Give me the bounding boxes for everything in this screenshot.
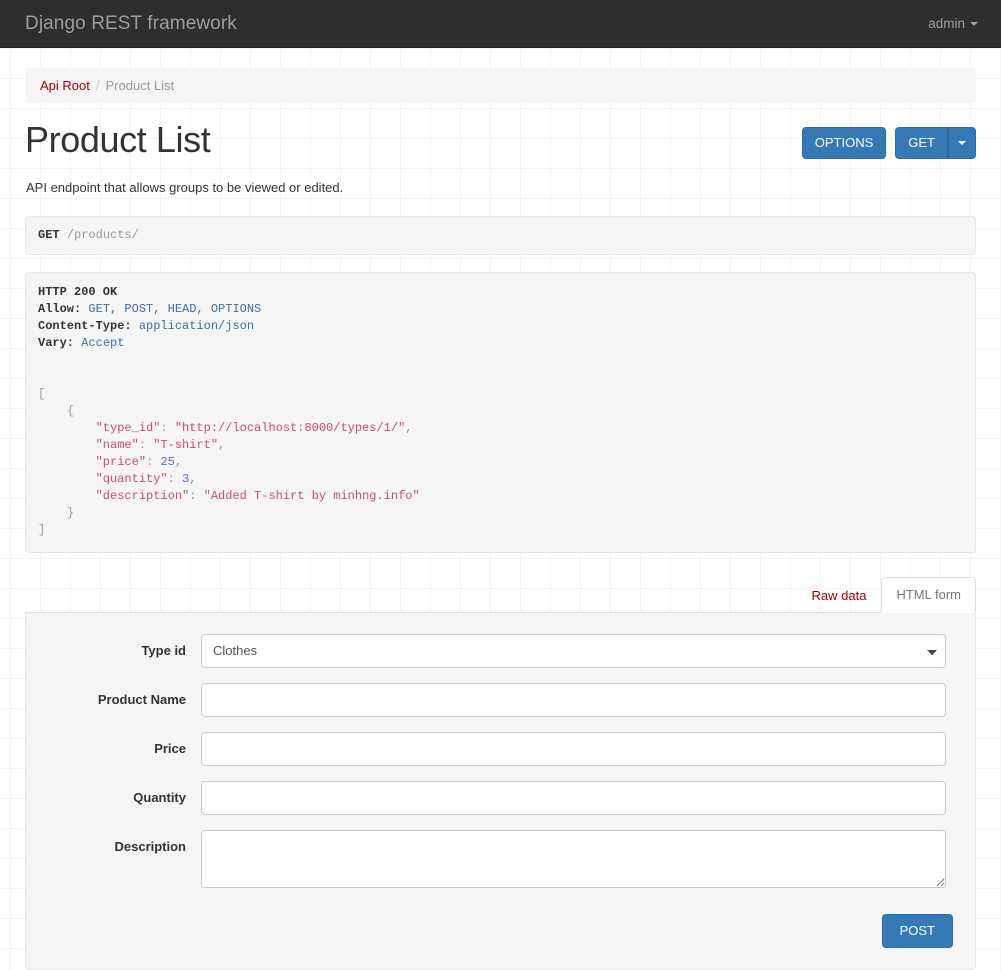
json-value: "Added T-shirt by minhng.info" — [203, 489, 420, 503]
price-input[interactable] — [201, 732, 946, 766]
form-tabs: Raw data HTML form — [25, 577, 976, 613]
navbar-right: admin — [928, 16, 982, 31]
json-brace-open: { — [66, 404, 75, 418]
response-body: [ { "type_id": "http://localhost:8000/ty… — [38, 387, 420, 537]
control-wrap-type-id: Clothes — [201, 634, 946, 668]
control-wrap-product-name — [201, 683, 946, 717]
control-wrap-price — [201, 732, 946, 766]
options-button[interactable]: OPTIONS — [801, 127, 887, 159]
json-comma: , — [189, 472, 197, 486]
response-status: HTTP 200 OK — [38, 285, 118, 299]
post-button[interactable]: POST — [881, 914, 953, 948]
form-row-type-id: Type id Clothes — [46, 634, 955, 668]
response-header-key: Vary: — [38, 336, 75, 350]
tab-raw-data[interactable]: Raw data — [797, 578, 882, 613]
action-buttons: OPTIONS GET — [801, 127, 976, 159]
json-colon: : — [138, 438, 154, 452]
get-dropdown-toggle[interactable] — [948, 127, 976, 159]
response-header-key: Allow: — [38, 302, 82, 316]
form-row-product-name: Product Name — [46, 683, 955, 717]
control-wrap-description — [201, 830, 946, 891]
form-row-price: Price — [46, 732, 955, 766]
response-header-value: Accept — [74, 336, 125, 350]
response-headers: Allow: GET, POST, HEAD, OPTIONS Content-… — [38, 302, 261, 350]
json-comma: , — [218, 438, 226, 452]
request-panel: GET /products/ — [25, 216, 976, 255]
json-bracket-open: [ — [38, 387, 46, 401]
type-id-select[interactable]: Clothes — [201, 634, 946, 668]
label-description: Description — [114, 839, 186, 854]
json-value: "http://localhost:8000/types/1/" — [174, 421, 406, 435]
description-textarea[interactable] — [201, 830, 946, 888]
breadcrumb-separator: / — [95, 78, 100, 93]
form-row-description: Description — [46, 830, 955, 891]
json-value: "T-shirt" — [153, 438, 219, 452]
label-price: Price — [154, 741, 186, 756]
get-button[interactable]: GET — [895, 127, 948, 159]
json-colon: : — [189, 489, 204, 503]
tab-html-form[interactable]: HTML form — [881, 577, 976, 613]
label-type-id: Type id — [141, 643, 186, 658]
quantity-input[interactable] — [201, 781, 946, 815]
caret-down-icon — [958, 141, 966, 145]
page-container: Api Root / Product List Product List OPT… — [0, 68, 1001, 970]
json-comma: , — [405, 421, 413, 435]
json-bracket-close: ] — [38, 523, 46, 537]
breadcrumb-item-current: Product List — [105, 78, 175, 93]
user-menu-label: admin — [928, 16, 965, 31]
user-menu[interactable]: admin — [928, 16, 978, 31]
request-path: /products/ — [66, 228, 139, 242]
json-key: "name" — [95, 438, 139, 452]
response-panel: HTTP 200 OK Allow: GET, POST, HEAD, OPTI… — [25, 272, 976, 553]
json-key: "price" — [95, 455, 147, 469]
json-colon: : — [160, 421, 175, 435]
form-actions: POST — [46, 914, 955, 948]
product-name-input[interactable] — [201, 683, 946, 717]
top-navbar: Django REST framework admin — [0, 0, 1001, 48]
get-button-group: GET — [895, 127, 976, 159]
label-product-name: Product Name — [97, 692, 186, 707]
json-key: "type_id" — [95, 421, 161, 435]
json-comma: , — [174, 455, 183, 469]
json-value: 25 — [160, 455, 175, 469]
form-row-quantity: Quantity — [46, 781, 955, 815]
caret-down-icon — [970, 21, 978, 26]
brand-title[interactable]: Django REST framework — [19, 14, 237, 33]
control-wrap-quantity — [201, 781, 946, 815]
endpoint-description: API endpoint that allows groups to be vi… — [26, 180, 344, 195]
json-colon: : — [167, 472, 183, 486]
breadcrumb-item-api-root[interactable]: Api Root — [40, 77, 90, 94]
breadcrumb: Api Root / Product List — [25, 68, 976, 103]
label-quantity: Quantity — [133, 790, 186, 805]
page-header: Product List OPTIONS GET — [25, 120, 976, 160]
page-title: Product List — [25, 119, 211, 160]
json-colon: : — [146, 455, 161, 469]
html-form-panel: Type id Clothes Product Name Price Quant… — [25, 613, 976, 970]
json-key: "description" — [95, 489, 190, 503]
json-brace-close: } — [66, 506, 75, 520]
request-method: GET — [38, 228, 60, 242]
response-header-value: GET, POST, HEAD, OPTIONS — [81, 302, 262, 316]
response-header-value: application/json — [131, 319, 255, 333]
json-key: "quantity" — [95, 472, 168, 486]
response-header-key: Content-Type: — [38, 319, 132, 333]
